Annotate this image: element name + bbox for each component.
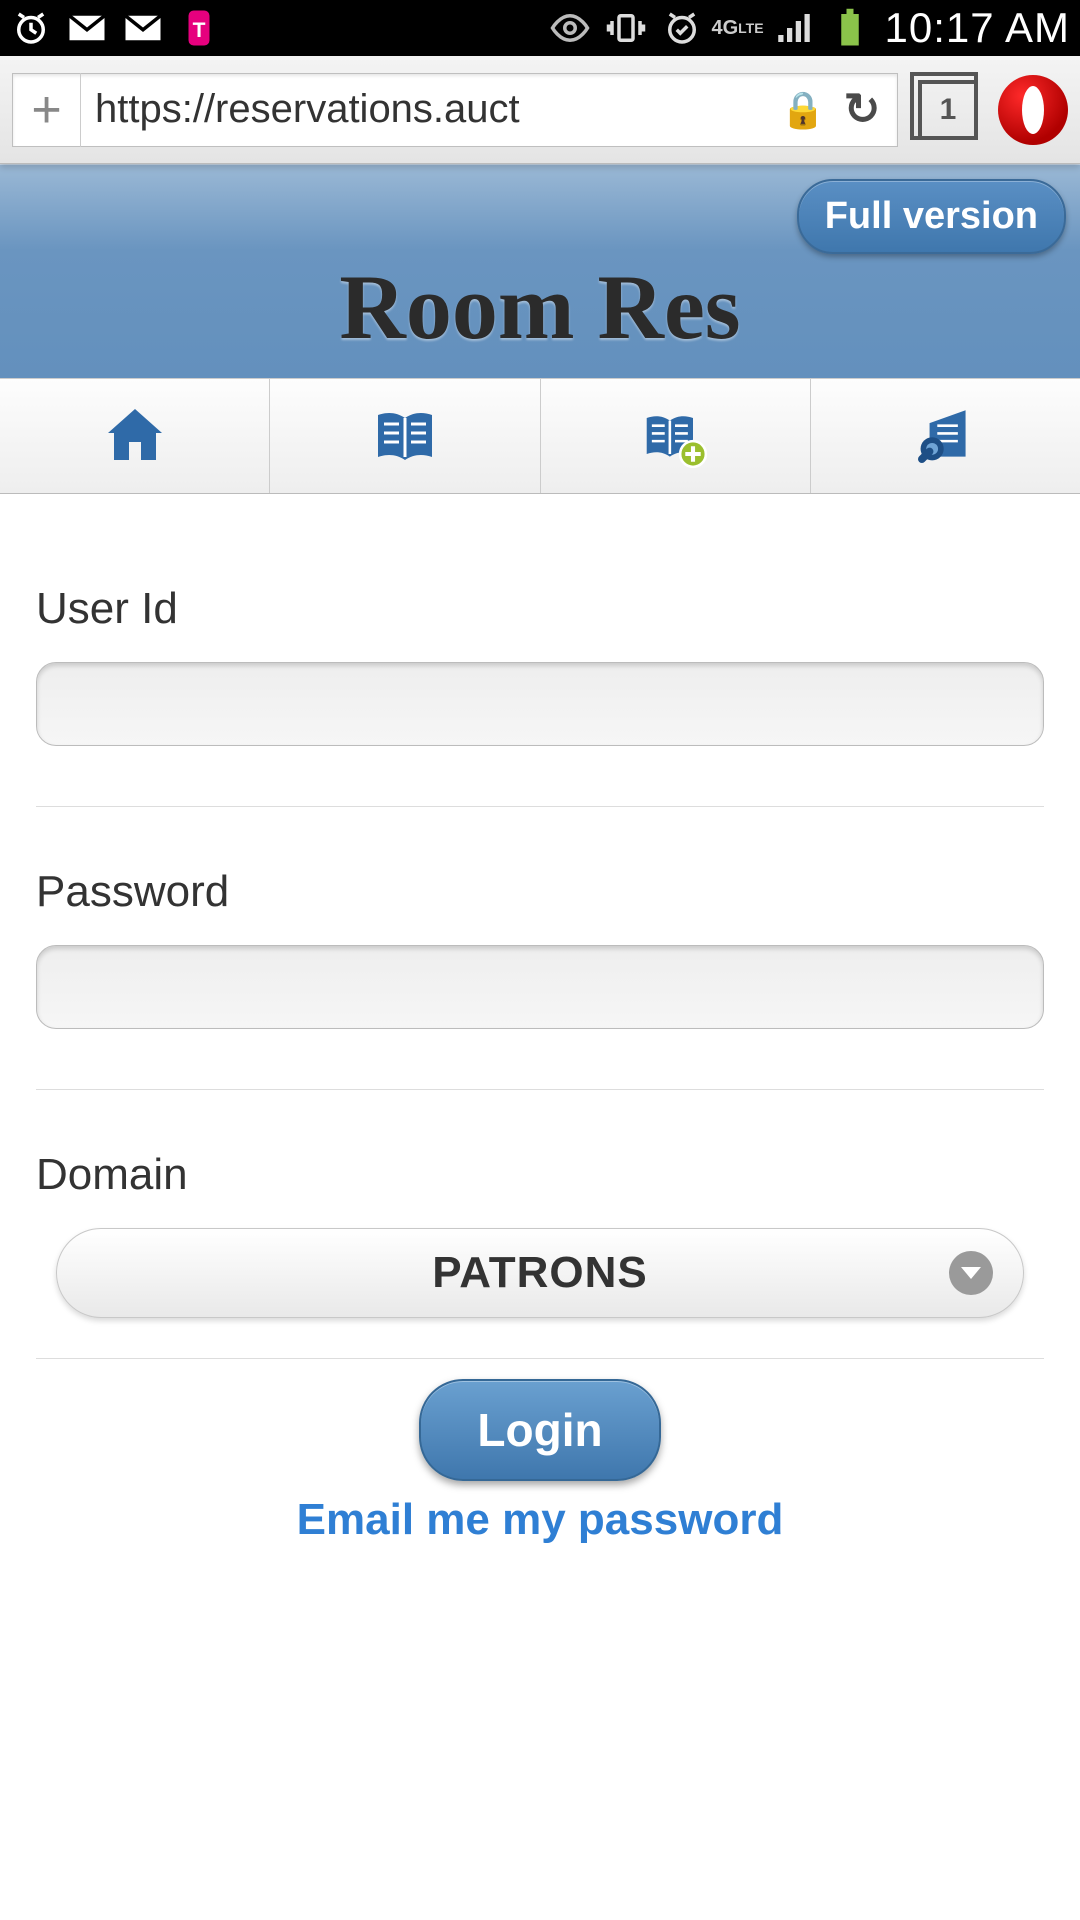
building-search-icon <box>909 400 981 472</box>
user-id-group: User Id <box>36 584 1044 807</box>
alarm-icon <box>10 7 52 49</box>
signal-icon <box>773 7 815 49</box>
tab-reservations[interactable] <box>270 379 540 493</box>
book-icon <box>369 400 441 472</box>
domain-value: PATRONS <box>432 1248 648 1298</box>
domain-select[interactable]: PATRONS <box>56 1228 1024 1318</box>
gmail-icon <box>122 7 164 49</box>
user-id-input[interactable] <box>36 662 1044 746</box>
chevron-down-icon <box>949 1251 993 1295</box>
alarm-check-icon <box>661 7 703 49</box>
page-title: Room Res <box>339 254 740 378</box>
login-button-label: Login <box>477 1404 602 1456</box>
tabs-count-value: 1 <box>940 93 957 127</box>
tab-new-reservation[interactable] <box>541 379 811 493</box>
book-plus-icon <box>639 400 711 472</box>
login-form: User Id Password Domain PATRONS Login Em… <box>0 494 1080 1545</box>
login-button[interactable]: Login <box>419 1379 660 1481</box>
password-group: Password <box>36 867 1044 1090</box>
opera-menu-icon[interactable] <box>998 75 1068 145</box>
domain-group: Domain PATRONS <box>36 1150 1044 1359</box>
svg-text:T: T <box>193 19 206 42</box>
tab-search-rooms[interactable] <box>811 379 1080 493</box>
eye-icon <box>549 7 591 49</box>
4g-lte-icon: 4GLTE <box>717 7 759 49</box>
reload-icon[interactable]: ↻ <box>827 84 897 135</box>
new-tab-button[interactable]: + <box>13 73 81 147</box>
browser-toolbar: + https://reservations.auct 🔒 ↻ 1 <box>0 56 1080 164</box>
email-password-link[interactable]: Email me my password <box>36 1495 1044 1545</box>
lock-icon: 🔒 <box>779 89 827 131</box>
user-id-label: User Id <box>36 584 1044 634</box>
gmail-icon <box>66 7 108 49</box>
address-bar[interactable]: + https://reservations.auct 🔒 ↻ <box>12 73 898 147</box>
tmobile-icon: T <box>178 7 220 49</box>
tab-nav <box>0 378 1080 494</box>
page-header: Full version Room Res <box>0 164 1080 378</box>
tab-home[interactable] <box>0 379 270 493</box>
status-clock: 10:17 AM <box>885 4 1070 52</box>
password-input[interactable] <box>36 945 1044 1029</box>
home-icon <box>99 400 171 472</box>
full-version-label: Full version <box>825 195 1038 237</box>
battery-icon <box>829 7 871 49</box>
android-status-bar: T 4GLTE 10:17 AM <box>0 0 1080 56</box>
domain-label: Domain <box>36 1150 1044 1200</box>
url-text[interactable]: https://reservations.auct <box>81 87 779 132</box>
vibrate-mute-icon <box>605 7 647 49</box>
password-label: Password <box>36 867 1044 917</box>
full-version-button[interactable]: Full version <box>797 179 1066 254</box>
tabs-count-button[interactable]: 1 <box>918 80 978 140</box>
